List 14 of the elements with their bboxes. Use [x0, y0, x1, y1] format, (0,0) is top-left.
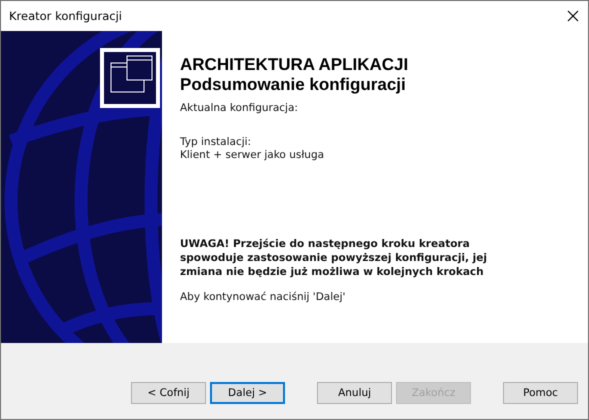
- page-subtitle: Podsumowanie konfiguracji: [180, 75, 407, 95]
- page-title: ARCHITEKTURA APLIKACJI: [180, 55, 410, 75]
- current-config-label: Aktualna konfiguracja:: [180, 102, 299, 115]
- wizard-button[interactable]: Pomoc: [503, 382, 578, 404]
- windows-icon: [100, 48, 160, 108]
- close-icon[interactable]: [567, 10, 579, 22]
- wizard-button[interactable]: Dalej >: [210, 382, 286, 404]
- warning-text: UWAGA! Przejście do następnego kroku kreatora spowoduje zastosowanie powyższej konfiguracji, jej zmiana nie będzie już możliwa w kolejnych krokach: [180, 237, 488, 279]
- window-title: Kreator konfiguracji: [9, 9, 122, 23]
- wizard-button[interactable]: Anuluj: [317, 382, 392, 404]
- wizard-button[interactable]: < Cofnij: [131, 382, 206, 404]
- hint-text: Aby kontynować naciśnij 'Dalej': [180, 291, 346, 304]
- install-type-value: Klient + serwer jako usługa: [180, 149, 326, 162]
- install-type-label: Typ instalacji:: [180, 136, 252, 149]
